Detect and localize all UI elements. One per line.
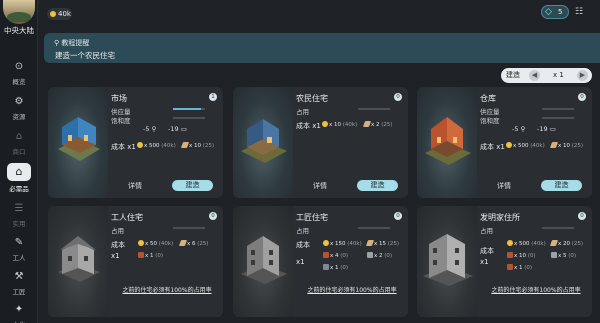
card-title: 发明家住所 (480, 213, 520, 222)
sidebar-item-shop[interactable]: ⌂ 商口 (0, 130, 38, 156)
build-button[interactable]: 建造 (357, 180, 398, 191)
ticket-icon: ▭ (549, 125, 556, 133)
hairdryer-icon: ⚲ (151, 125, 157, 133)
saturation-bar (542, 117, 574, 119)
location-pin-icon: ⚲ (54, 39, 60, 47)
region-emblem[interactable] (3, 0, 35, 24)
hammer-icon: ✎ (14, 237, 24, 248)
shop-icon: ⌂ (15, 131, 23, 142)
details-link[interactable]: 详情 (313, 181, 327, 191)
ticket-icon: ▭ (180, 125, 187, 133)
list-menu-icon[interactable]: ☷ (575, 7, 583, 17)
banner-title: 教程提醒 (61, 39, 90, 47)
count-badge: 0 (394, 93, 402, 101)
brick-icon (507, 252, 513, 258)
supply-bar (542, 108, 574, 110)
factory-icon: ⚙ (14, 96, 24, 107)
sidebar-item-resources[interactable]: ⚙ 资源 (0, 95, 38, 121)
count-badge: 0 (578, 212, 586, 220)
card-title: 工人住宅 (111, 213, 143, 222)
market-building-image (48, 87, 108, 198)
gem-counter[interactable]: ◇ 5 (541, 5, 569, 19)
plank-icon (365, 240, 375, 246)
overview-icon: ⊙ (14, 61, 24, 72)
occupancy-bar (542, 227, 574, 229)
plank-icon (180, 142, 190, 148)
build-button[interactable]: 建造 (172, 180, 213, 191)
details-link[interactable]: 详情 (128, 181, 142, 191)
coin-icon (322, 121, 328, 127)
coin-icon (138, 240, 144, 246)
brick-icon (138, 252, 144, 258)
artisan-house-image (233, 206, 293, 317)
sidebar-item-overview[interactable]: ⊙ 概览 (0, 60, 38, 86)
brick-icon (507, 264, 513, 270)
building-card-market: 市场 1 供应量 饱和度 -5 ⚲ -19 ▭ 成本 x1 x 500 (40k… (48, 87, 223, 198)
build-all-button[interactable]: 建造 (506, 68, 520, 83)
card-title: 工匠住宅 (296, 213, 328, 222)
brick-icon (323, 252, 329, 258)
warehouse-image (417, 87, 477, 198)
plank-icon (178, 240, 188, 246)
requirement-note: 之前的住宅必须有100%的占用率 (307, 287, 397, 294)
utility-icon: ☰ (14, 203, 24, 214)
count-badge: 1 (209, 93, 217, 101)
building-card-artisan-house: 工匠住宅 0 占用 成本 x1 x 150 (40k) x 15 (25) x … (233, 206, 408, 317)
building-card-worker-house: 工人住宅 0 占用 成本 x1 x 50 (40k) x 6 (25) x 1 … (48, 206, 223, 317)
culture-icon: ✦ (14, 304, 24, 315)
saturation-bar (173, 117, 205, 119)
count-badge: 0 (209, 212, 217, 220)
plank-icon (549, 142, 559, 148)
hairdryer-icon: ⚲ (520, 125, 526, 133)
sidebar-item-necessities[interactable]: ⌂ 必需品 (0, 163, 38, 193)
worker-house-image (48, 206, 108, 317)
building-card-peasant-house: 农民住宅 0 占用 成本 x1 x 10 (40k) x 2 (25) 详情 建… (233, 87, 408, 198)
occupancy-bar (173, 227, 205, 229)
banner-text: 建造一个农民住宅 (55, 51, 115, 60)
coin-icon (50, 11, 56, 17)
coin-icon (506, 142, 512, 148)
stone-icon (367, 252, 373, 258)
coin-icon (323, 240, 329, 246)
plank-icon (549, 240, 559, 246)
count-badge: 0 (578, 93, 586, 101)
occupancy-bar (358, 108, 390, 110)
stone-icon (551, 252, 557, 258)
build-quantity-control: 建造 ◀ x 1 ▶ (501, 68, 592, 83)
sidebar-item-artisans[interactable]: ⚒ 工匠 (0, 270, 38, 296)
building-card-warehouse: 仓库 0 供应量 饱和度 -5 ⚲ -19 ▭ 成本 x1 x 500 (40k… (417, 87, 592, 198)
plank-icon (362, 121, 372, 127)
peasant-house-image (233, 87, 293, 198)
decrease-arrow-icon[interactable]: ◀ (529, 70, 540, 81)
card-title: 仓库 (480, 94, 496, 103)
requirement-note: 之前的住宅必须有100%的占用率 (122, 287, 212, 294)
card-title: 市场 (111, 94, 127, 103)
occupancy-bar (358, 227, 390, 229)
count-badge: 0 (394, 212, 402, 220)
build-quantity: x 1 (553, 71, 564, 79)
coin-icon (507, 240, 513, 246)
requirement-note: 之前的住宅必须有100%的占用率 (491, 287, 581, 294)
card-title: 农民住宅 (296, 94, 328, 103)
sidebar-item-workers[interactable]: ✎ 工人 (0, 236, 38, 262)
coin-icon (137, 142, 143, 148)
details-link[interactable]: 详情 (497, 181, 511, 191)
diamond-icon: ◇ (545, 7, 552, 17)
coin-counter: 40k (47, 8, 72, 20)
house-icon: ⌂ (7, 163, 31, 181)
supply-bar (173, 108, 205, 110)
increase-arrow-icon[interactable]: ▶ (577, 70, 588, 81)
tools-icon: ⚒ (14, 271, 24, 282)
sidebar-item-culture[interactable]: ✦ 文化 (0, 303, 38, 323)
sidebar-item-utility[interactable]: ☰ 实用 (0, 202, 38, 228)
building-card-inventor-house: 发明家住所 0 占用 成本 x1 x 500 (40k) x 20 (25) x… (417, 206, 592, 317)
inventor-house-image (417, 206, 477, 317)
region-name: 中央大陆 (4, 26, 34, 35)
build-button[interactable]: 建造 (541, 180, 582, 191)
sidebar: 中央大陆 ⊙ 概览 ⚙ 资源 ⌂ 商口 ⌂ 必需品 ☰ 实用 ✎ 工人 ⚒ 工匠… (0, 0, 38, 323)
pipe-icon (323, 264, 329, 270)
tutorial-banner: ⚲ 教程提醒 建造一个农民住宅 (44, 33, 600, 63)
